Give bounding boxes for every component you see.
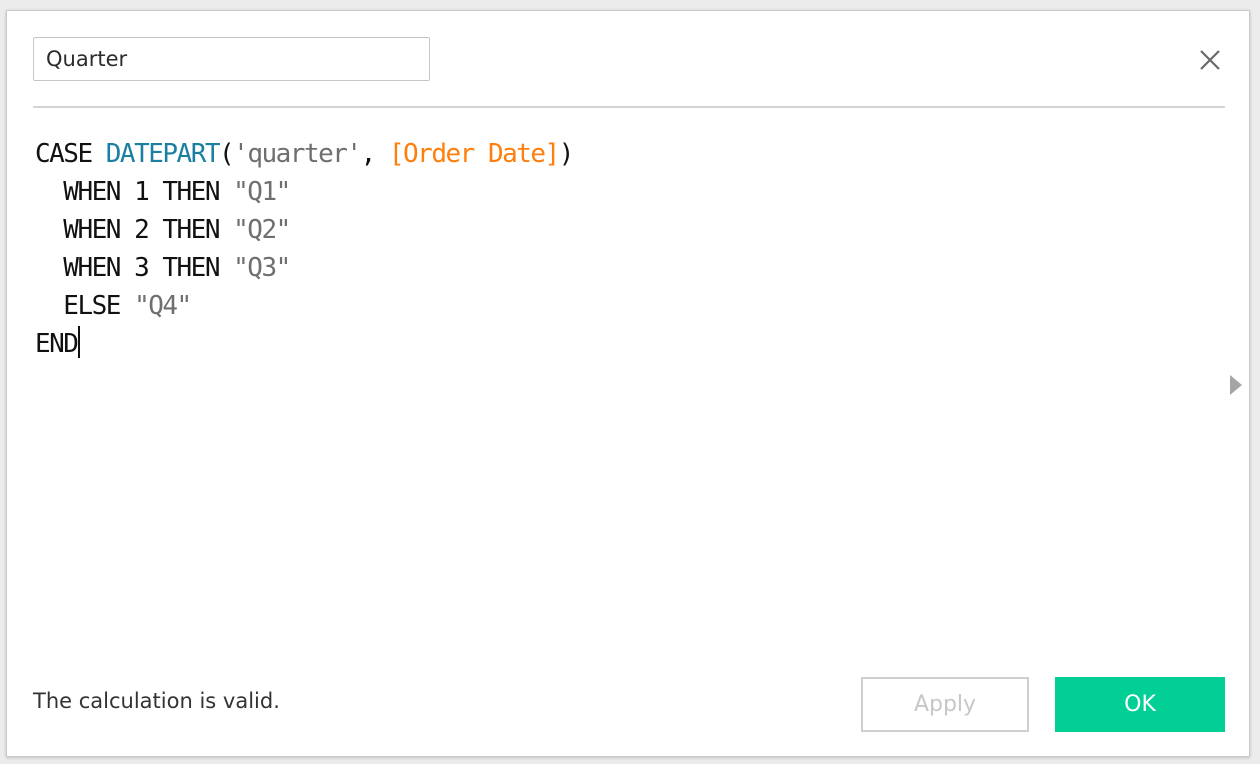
calculation-name-input[interactable]: [33, 37, 430, 81]
field-token: [Order Date]: [388, 139, 560, 169]
ok-button[interactable]: OK: [1055, 677, 1225, 732]
string-token: "Q4": [134, 291, 192, 321]
code-line: WHEN 2 THEN "Q2": [35, 211, 1215, 249]
code-line: END: [35, 325, 1215, 363]
text-cursor: [78, 326, 81, 358]
keyword-token: CASE: [35, 139, 106, 169]
string-token: "Q2": [233, 215, 291, 245]
string-token: "Q3": [233, 253, 291, 283]
function-token: DATEPART: [105, 139, 221, 169]
punctuation-token: ): [558, 139, 575, 169]
header-divider: [33, 106, 1225, 108]
validation-status-text: The calculation is valid.: [33, 689, 280, 713]
code-line: CASE DATEPART('quarter', [Order Date]): [35, 135, 1215, 173]
apply-button[interactable]: Apply: [861, 677, 1029, 732]
expand-panel-triangle-icon[interactable]: [1230, 375, 1242, 395]
keyword-token: END: [35, 329, 79, 359]
code-line: WHEN 1 THEN "Q1": [35, 173, 1215, 211]
punctuation-token: ,: [360, 139, 389, 169]
code-line: ELSE "Q4": [35, 287, 1215, 325]
calculation-dialog: CASE DATEPART('quarter', [Order Date]) W…: [6, 10, 1250, 757]
keyword-token: WHEN 3 THEN: [35, 253, 234, 283]
keyword-token: ELSE: [35, 291, 135, 321]
code-line: WHEN 3 THEN "Q3": [35, 249, 1215, 287]
string-token: 'quarter': [233, 139, 362, 169]
keyword-token: WHEN 1 THEN: [35, 177, 234, 207]
close-button[interactable]: [1197, 47, 1223, 73]
keyword-token: WHEN 2 THEN: [35, 215, 234, 245]
punctuation-token: (: [219, 139, 235, 169]
formula-editor[interactable]: CASE DATEPART('quarter', [Order Date]) W…: [35, 135, 1215, 655]
string-token: "Q1": [233, 177, 291, 207]
close-x-icon: [1200, 50, 1220, 70]
